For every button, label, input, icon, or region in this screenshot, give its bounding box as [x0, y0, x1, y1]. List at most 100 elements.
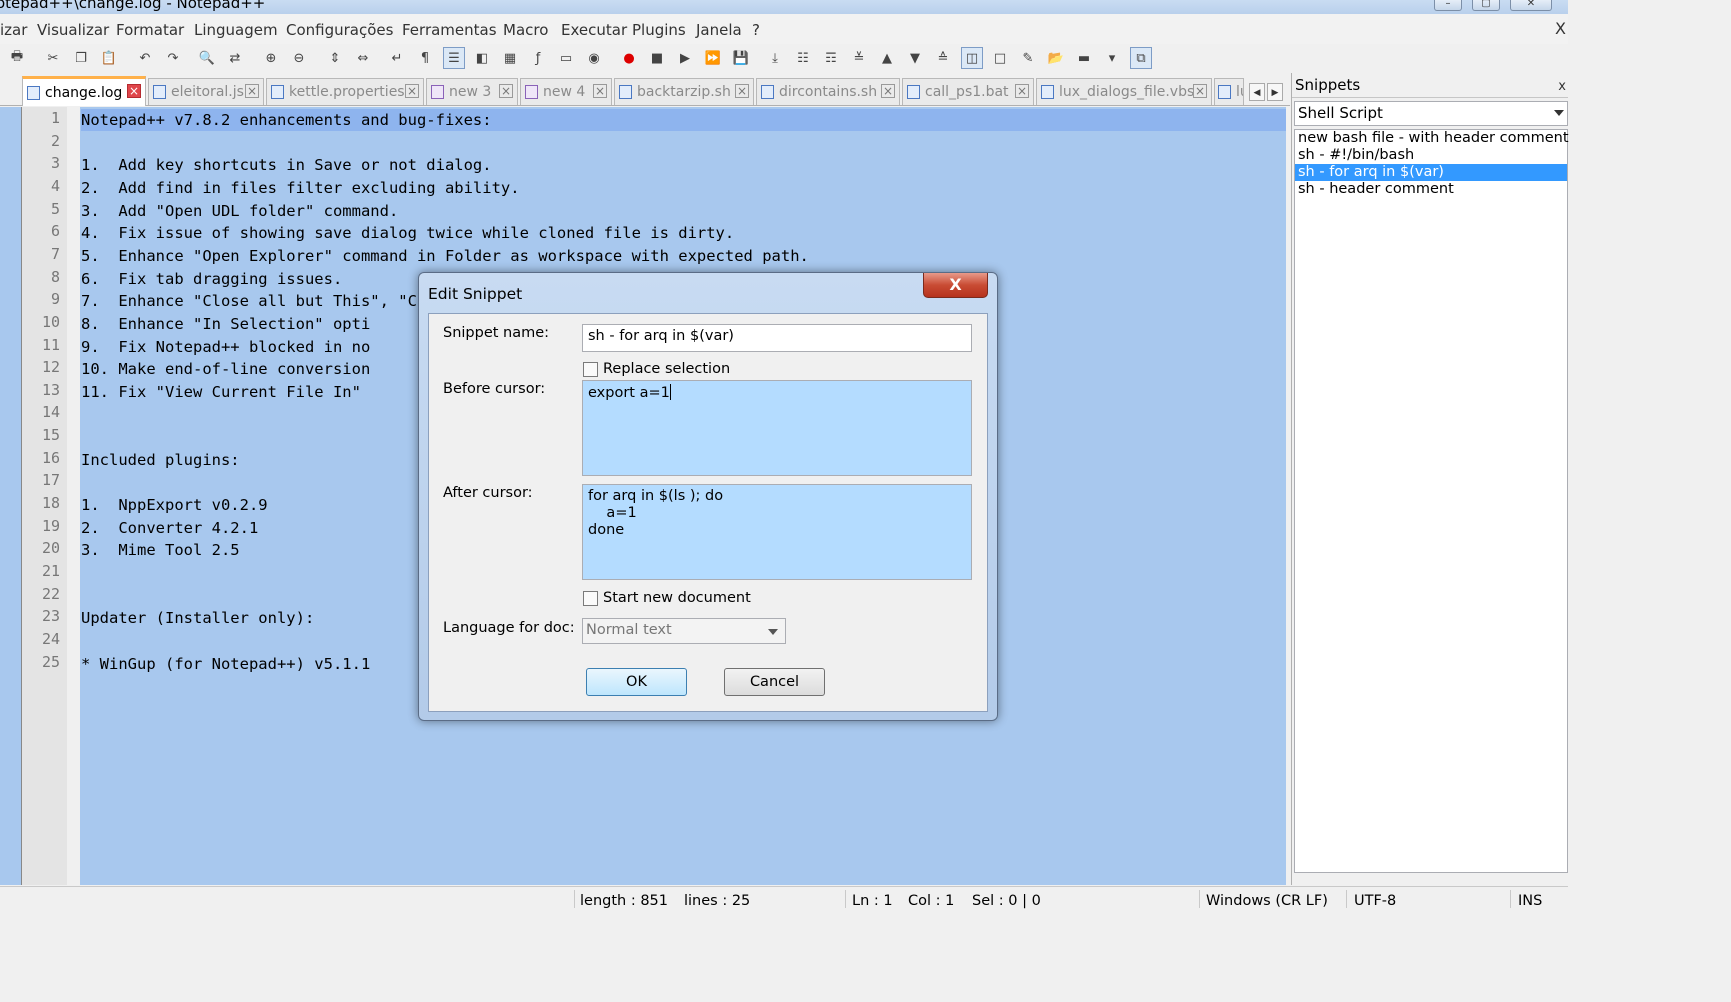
code-line[interactable]	[81, 132, 1286, 154]
collapse-icon[interactable]: ≚	[848, 47, 870, 69]
menu-file[interactable]: izar	[0, 21, 27, 39]
menu-run[interactable]: Executar	[561, 21, 627, 39]
menu-macro[interactable]: Macro	[503, 21, 548, 39]
snippet-item[interactable]: sh - header comment	[1295, 181, 1567, 198]
snippet-list[interactable]: new bash file - with header comment sh -…	[1294, 129, 1569, 873]
code-line[interactable]: 4. Fix issue of showing save dialog twic…	[81, 222, 1286, 244]
dialog-close-button[interactable]: X	[923, 273, 988, 298]
language-for-doc-select[interactable]: Normal text	[582, 618, 786, 644]
tab-call-ps1-bat[interactable]: call_ps1.bat ×	[902, 78, 1034, 105]
menu-window[interactable]: Janela	[696, 21, 742, 39]
redo-icon[interactable]: ↷	[162, 47, 184, 69]
edit-icon[interactable]: ✎	[1017, 47, 1039, 69]
tab-close-icon[interactable]: ×	[499, 84, 513, 98]
tab-new-3[interactable]: new 3 ×	[426, 78, 518, 105]
tab-change-log[interactable]: change.log ×	[22, 76, 146, 106]
stop-macro-icon[interactable]: ■	[646, 47, 668, 69]
plugin-tool-1-icon[interactable]: ⤓	[764, 47, 786, 69]
window-icon[interactable]: □	[989, 47, 1011, 69]
tab-partial[interactable]: lu	[1214, 78, 1244, 105]
undo-icon[interactable]: ↶	[134, 47, 156, 69]
menu-help[interactable]: ?	[752, 21, 760, 39]
console-icon[interactable]: ▬	[1073, 47, 1095, 69]
menu-tools[interactable]: Ferramentas	[402, 21, 497, 39]
cancel-button[interactable]: Cancel	[724, 668, 825, 696]
record-macro-icon[interactable]: ●	[618, 47, 640, 69]
ok-button[interactable]: OK	[586, 668, 687, 696]
arrow-up-icon[interactable]: ▲	[876, 47, 898, 69]
tab-close-icon[interactable]: ×	[881, 84, 895, 98]
zoom-out-icon[interactable]: ⊖	[288, 47, 310, 69]
current-code-line[interactable]: Notepad++ v7.8.2 enhancements and bug-fi…	[81, 109, 1286, 131]
code-line[interactable]: 3. Add "Open UDL folder" command.	[81, 200, 1286, 222]
snippet-language-select[interactable]: Shell Script	[1294, 101, 1568, 126]
before-cursor-textarea[interactable]: export a=1	[582, 380, 972, 476]
sync-horizontal-icon[interactable]: ⇔	[352, 47, 374, 69]
tab-kettle-properties[interactable]: kettle.properties ×	[266, 78, 424, 105]
play-macro-icon[interactable]: ▶	[674, 47, 696, 69]
tab-close-icon[interactable]: ×	[245, 84, 259, 98]
cut-icon[interactable]: ✂	[42, 47, 64, 69]
tab-close-icon[interactable]: ×	[735, 84, 749, 98]
snippet-item-selected[interactable]: sh - for arq in $(var)	[1295, 164, 1567, 181]
maximize-button[interactable]: ▢	[1472, 0, 1500, 11]
tab-close-icon[interactable]: ×	[405, 84, 419, 98]
start-new-document-checkbox[interactable]	[583, 591, 598, 606]
tab-new-4[interactable]: new 4 ×	[520, 78, 612, 105]
word-wrap-icon[interactable]: ↵	[386, 47, 408, 69]
expand-icon[interactable]: ≙	[932, 47, 954, 69]
replace-selection-checkbox[interactable]	[583, 362, 598, 377]
sync-vertical-icon[interactable]: ⇕	[324, 47, 346, 69]
function-list-icon[interactable]: ƒ	[527, 47, 549, 69]
window-close-button[interactable]: ✕	[1510, 0, 1552, 11]
folder-workspace-icon[interactable]: ▭	[555, 47, 577, 69]
code-line[interactable]: 2. Add find in files filter excluding ab…	[81, 177, 1286, 199]
snippet-item[interactable]: sh - #!/bin/bash	[1295, 147, 1567, 164]
tab-backtarzip-sh[interactable]: backtarzip.sh ×	[614, 78, 754, 105]
print-icon[interactable]: 🖶	[6, 47, 28, 69]
menu-format[interactable]: Formatar	[116, 21, 184, 39]
menu-plugins[interactable]: Plugins	[632, 21, 686, 39]
user-language-icon[interactable]: ◧	[471, 47, 493, 69]
snippets-panel-icon[interactable]: ⧉	[1130, 47, 1152, 69]
code-line[interactable]: 1. Add key shortcuts in Save or not dial…	[81, 154, 1286, 176]
open-folder-icon[interactable]: 📂	[1045, 47, 1067, 69]
run-macro-multiple-icon[interactable]: ⏩	[702, 47, 724, 69]
tab-eleitoral-js[interactable]: eleitoral.js ×	[148, 78, 264, 105]
tab-lux-dialogs-file-vbs[interactable]: lux_dialogs_file.vbs ×	[1036, 78, 1212, 105]
tab-scroll-right-icon[interactable]: ▶	[1267, 83, 1283, 101]
document-map-icon[interactable]: ▦	[499, 47, 521, 69]
zoom-in-icon[interactable]: ⊕	[260, 47, 282, 69]
indent-guide-icon[interactable]: ☰	[443, 47, 465, 69]
show-all-characters-icon[interactable]: ¶	[414, 47, 436, 69]
tab-close-icon[interactable]: ×	[1015, 84, 1029, 98]
save-macro-icon[interactable]: 💾	[730, 47, 752, 69]
menu-settings[interactable]: Configurações	[286, 21, 393, 39]
plugin-tool-3-icon[interactable]: ☶	[820, 47, 842, 69]
find-icon[interactable]: 🔍	[196, 47, 218, 69]
arrow-down-icon[interactable]: ▼	[904, 47, 926, 69]
snippet-item[interactable]: new bash file - with header comment	[1295, 130, 1569, 147]
tab-close-icon[interactable]: ×	[127, 84, 141, 98]
tab-close-icon[interactable]: ×	[1193, 84, 1207, 98]
copy-icon[interactable]: ❐	[70, 47, 92, 69]
status-encoding[interactable]: UTF-8	[1354, 893, 1396, 909]
plugin-tool-2-icon[interactable]: ☷	[792, 47, 814, 69]
minimize-button[interactable]: –	[1434, 0, 1462, 11]
snippets-close-icon[interactable]: x	[1558, 79, 1566, 94]
close-document-icon[interactable]: X	[1555, 19, 1566, 38]
replace-icon[interactable]: ⇄	[224, 47, 246, 69]
toolbar-dropdown-icon[interactable]: ▾	[1101, 47, 1123, 69]
snippet-name-input[interactable]: sh - for arq in $(var)	[582, 324, 972, 352]
paste-icon[interactable]: 📋	[98, 47, 120, 69]
tab-scroll-left-icon[interactable]: ◀	[1249, 83, 1265, 101]
split-view-icon[interactable]: ◫	[961, 47, 983, 69]
tab-dircontains-sh[interactable]: dircontains.sh ×	[756, 78, 900, 105]
code-line[interactable]: 5. Enhance "Open Explorer" command in Fo…	[81, 245, 1286, 267]
menu-language[interactable]: Linguagem	[194, 21, 278, 39]
after-cursor-textarea[interactable]: for arq in $(ls ); do a=1 done	[582, 484, 972, 580]
menu-view[interactable]: Visualizar	[37, 21, 109, 39]
monitoring-icon[interactable]: ◉	[583, 47, 605, 69]
status-eol[interactable]: Windows (CR LF)	[1206, 893, 1328, 909]
tab-close-icon[interactable]: ×	[593, 84, 607, 98]
